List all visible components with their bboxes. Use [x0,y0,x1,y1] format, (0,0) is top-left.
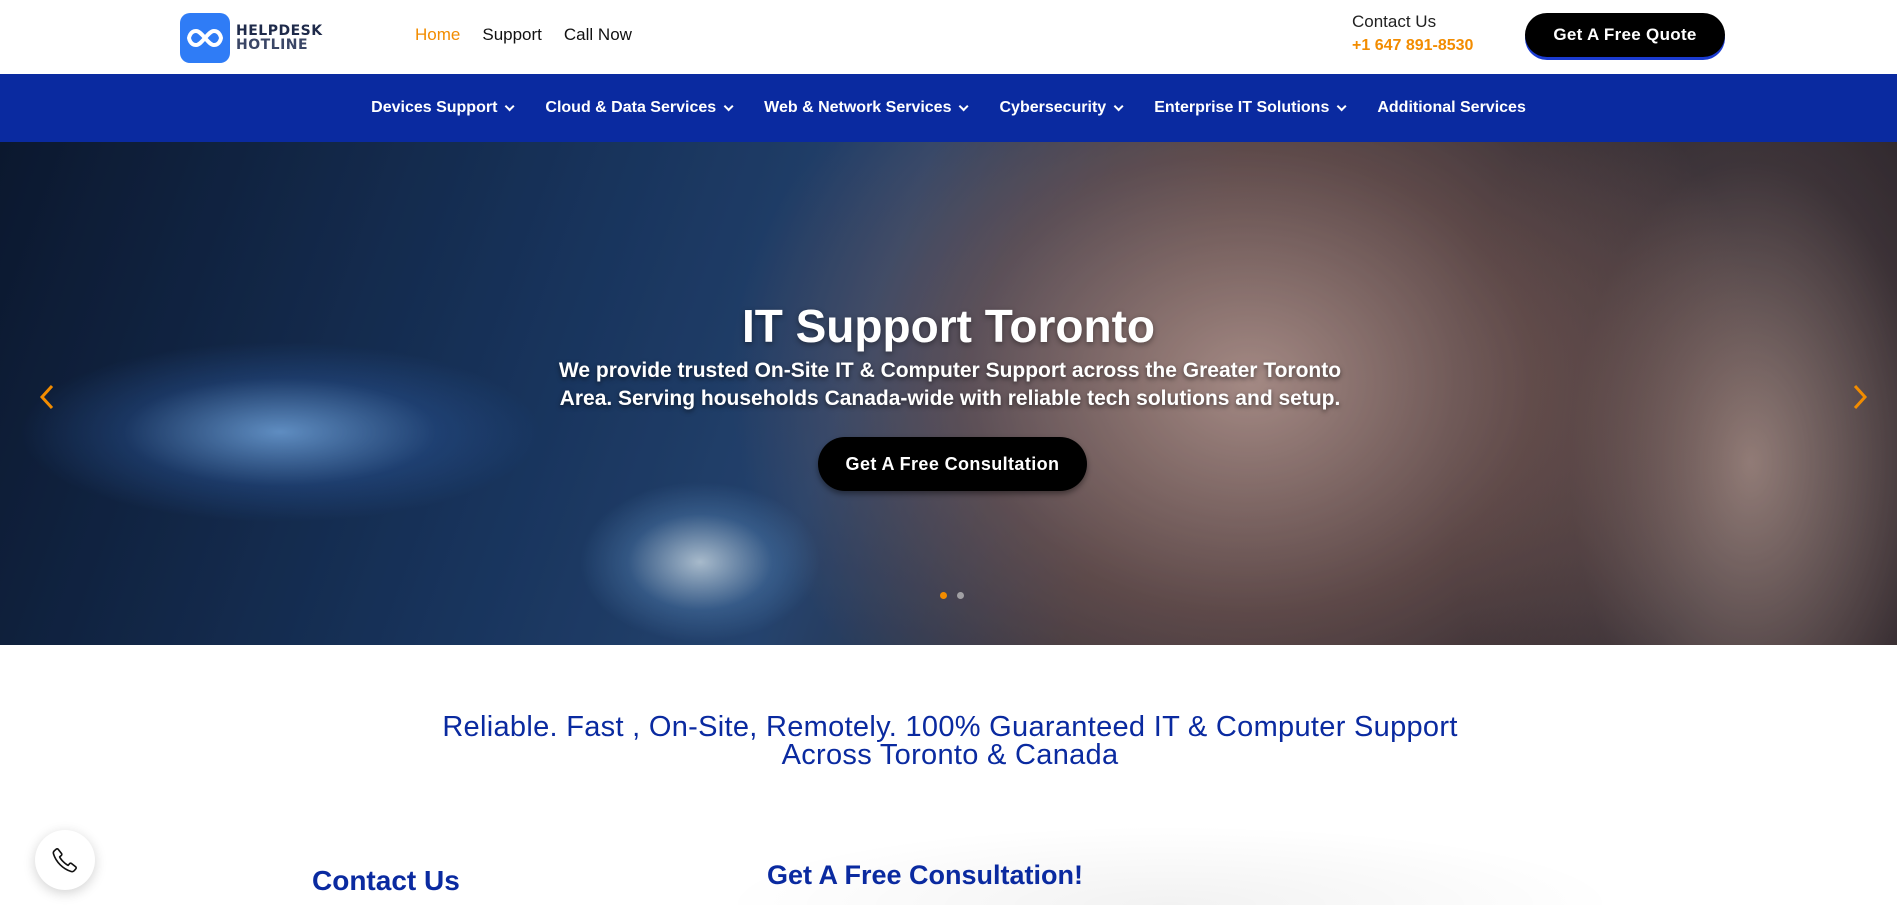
nav-home-link[interactable]: Home [415,25,460,45]
main-nav-web-network[interactable]: Web & Network Services [747,99,982,117]
main-nav-label: Additional Services [1377,99,1526,116]
infinity-icon [180,13,230,63]
tagline-line-1: Reliable. Fast , On-Site, Remotely. 100%… [442,711,1458,743]
free-quote-button[interactable]: Get A Free Quote [1525,13,1725,57]
chevron-down-icon [1113,100,1124,111]
hero-subtitle: We provide trusted On-Site IT & Computer… [558,359,1342,410]
hero-title: IT Support Toronto [741,300,1156,352]
main-nav-label: Enterprise IT Solutions [1154,99,1330,116]
main-nav-enterprise-it[interactable]: Enterprise IT Solutions [1137,99,1360,117]
slider-dot-1[interactable] [940,592,947,599]
main-nav-label: Cloud & Data Services [545,99,717,116]
hero-slider: IT Support Toronto We provide trusted On… [0,142,1897,645]
chevron-down-icon [505,100,515,111]
chevron-down-icon [959,100,970,111]
logo-line-2: HOTLINE [236,37,309,53]
slider-dot-2[interactable] [957,592,964,599]
chevron-down-icon [723,100,734,111]
chevron-left-icon[interactable] [32,382,62,412]
main-nav-additional-services[interactable]: Additional Services [1360,99,1543,117]
main-nav: Devices Support Cloud & Data Services We… [0,74,1897,142]
nav-support-link[interactable]: Support [482,25,542,45]
consultation-heading: Get A Free Consultation! [767,860,1084,890]
chevron-right-icon[interactable] [1845,382,1875,412]
logo-wordmark: HELPDESK HOTLINE [236,24,323,52]
tagline-line-2: Across Toronto & Canada [781,739,1119,771]
chevron-down-icon [1337,100,1347,111]
main-nav-label: Devices Support [371,99,498,116]
main-nav-label: Cybersecurity [999,99,1107,116]
logo-line-1: HELPDESK [236,23,323,39]
free-consultation-button[interactable]: Get A Free Consultation [818,437,1087,491]
site-logo[interactable]: HELPDESK HOTLINE [180,13,323,63]
site-header: HELPDESK HOTLINE Home Support Call Now C… [0,0,1897,74]
contact-heading: Contact Us [312,865,460,896]
contact-label: Contact Us [1352,12,1437,31]
main-nav-devices-support[interactable]: Devices Support [354,99,528,117]
main-nav-cybersecurity[interactable]: Cybersecurity [982,99,1137,117]
tagline: Reliable. Fast , On-Site, Remotely. 100%… [400,711,1500,771]
phone-icon[interactable] [35,830,95,890]
main-nav-label: Web & Network Services [764,99,952,116]
main-nav-cloud-data[interactable]: Cloud & Data Services [528,99,747,117]
contact-phone-link[interactable]: +1 647 891-8530 [1352,34,1473,58]
top-nav: Home Support Call Now [415,25,632,45]
nav-call-now-link[interactable]: Call Now [564,25,632,45]
slider-dots [940,592,964,599]
header-contact: Contact Us +1 647 891-8530 [1352,10,1473,58]
